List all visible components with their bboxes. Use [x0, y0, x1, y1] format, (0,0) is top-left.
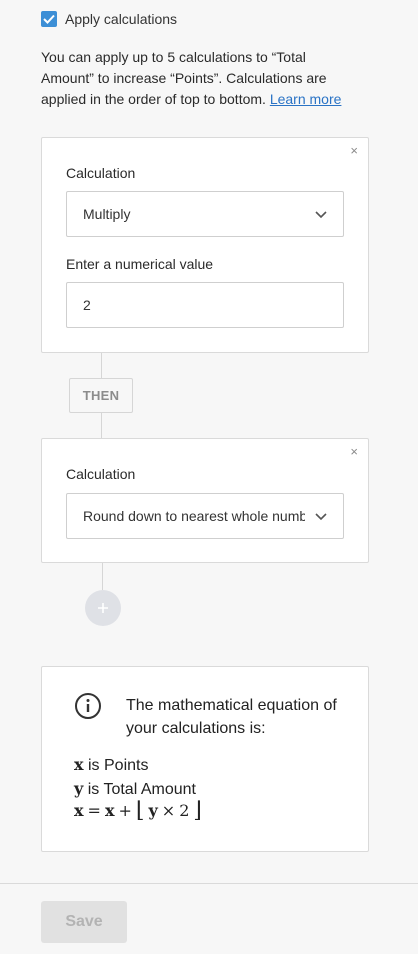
equation-info-card: The mathematical equation of your calcul… [41, 666, 369, 852]
x-definition: x is Points [74, 755, 148, 775]
x-variable: x [74, 755, 84, 774]
y-definition: y is Total Amount [74, 779, 196, 799]
connector-line [101, 413, 102, 438]
calculation-select[interactable]: Round down to nearest whole number [66, 493, 344, 539]
formula-plus: + [118, 801, 132, 820]
equation-formula: x = x + ⌊ y × 2 ⌋ [74, 797, 202, 823]
learn-more-link[interactable]: Learn more [270, 91, 342, 107]
save-button[interactable]: Save [41, 901, 127, 943]
apply-calculations-checkbox[interactable] [41, 11, 57, 27]
apply-calculations-row[interactable]: Apply calculations [41, 11, 177, 27]
calculation-card-1: × Calculation Multiply Enter a numerical… [41, 137, 369, 353]
x-description: is Points [88, 757, 149, 774]
then-label: THEN [69, 378, 133, 413]
plus-icon [98, 603, 108, 613]
formula-x: x [104, 801, 115, 820]
floor-open: ⌊ [135, 797, 145, 823]
formula-lhs: x [74, 801, 84, 820]
chevron-down-icon [315, 211, 327, 219]
formula-equals: = [87, 801, 101, 820]
close-icon[interactable]: × [350, 144, 358, 158]
numerical-value-text: 2 [83, 297, 91, 313]
calculation-card-2: × Calculation Round down to nearest whol… [41, 438, 369, 563]
formula-y: y [148, 801, 158, 820]
equation-title: The mathematical equation of your calcul… [126, 697, 337, 737]
connector-line [102, 563, 103, 590]
calculation-select-value: Multiply [83, 206, 131, 222]
info-icon [75, 693, 101, 719]
chevron-down-icon [315, 513, 327, 521]
calculation-label: Calculation [66, 165, 136, 181]
formula-times: × [161, 801, 176, 820]
numerical-value-label: Enter a numerical value [66, 256, 214, 272]
numerical-value-input[interactable]: 2 [66, 282, 344, 328]
add-calculation-button[interactable] [85, 590, 121, 626]
formula-number: 2 [179, 801, 190, 820]
y-variable: y [74, 779, 84, 798]
calculation-label: Calculation [66, 466, 136, 482]
connector-line [101, 353, 102, 378]
calculation-select[interactable]: Multiply [66, 191, 344, 237]
intro-text: You can apply up to 5 calculations to “T… [41, 47, 361, 110]
floor-close: ⌋ [193, 797, 202, 823]
y-description: is Total Amount [87, 781, 196, 798]
apply-calculations-label: Apply calculations [65, 11, 178, 27]
check-icon [43, 14, 55, 24]
calculation-select-value: Round down to nearest whole number [83, 508, 305, 524]
close-icon[interactable]: × [350, 445, 358, 459]
footer: Save [0, 883, 418, 954]
